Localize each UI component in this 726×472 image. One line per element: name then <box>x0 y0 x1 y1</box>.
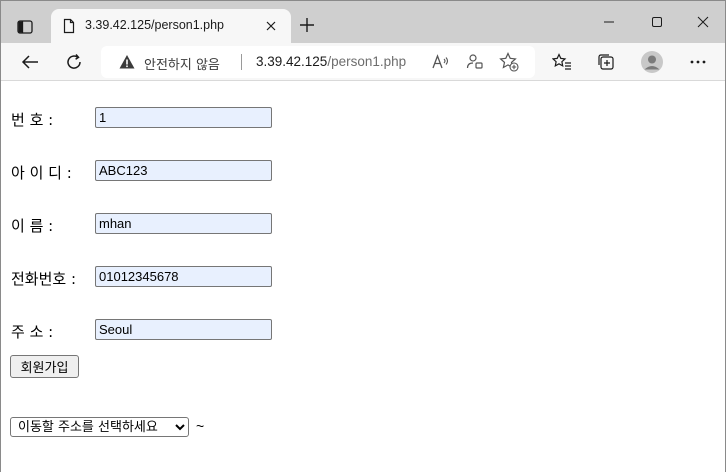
add-favorite-button[interactable] <box>499 52 519 72</box>
minimize-icon <box>604 21 614 23</box>
browser-window: 3.39.42.125/person1.php 안전하지 않음 3.39.42.… <box>0 0 726 472</box>
url-host: 3.39.42.125 <box>256 54 328 69</box>
maximize-button[interactable] <box>639 9 675 35</box>
close-icon <box>266 21 276 31</box>
maximize-icon <box>652 17 662 27</box>
read-aloud-button[interactable] <box>431 52 451 72</box>
address-divider <box>241 54 242 70</box>
favorites-button[interactable] <box>549 49 575 75</box>
number-input[interactable] <box>95 107 272 128</box>
signup-button[interactable]: 회원가입 <box>10 355 79 378</box>
collections-icon <box>598 54 614 70</box>
address-bar[interactable]: 안전하지 않음 3.39.42.125/person1.php <box>101 46 535 78</box>
tab-close-button[interactable] <box>263 18 279 34</box>
id-input[interactable] <box>95 160 272 181</box>
back-arrow-icon <box>21 55 38 69</box>
user-shield-icon <box>466 54 483 69</box>
phone-input[interactable] <box>95 266 272 287</box>
new-tab-button[interactable] <box>295 13 319 37</box>
refresh-button[interactable] <box>61 49 87 75</box>
more-icon <box>690 60 706 64</box>
page-content: 번 호 : 아 이 디 : 이 름 : 전화번호 : 주 소 : 회원가입 이동… <box>1 82 725 472</box>
field-number-label: 번 호 : <box>11 111 54 129</box>
window-close-button[interactable] <box>685 9 721 35</box>
close-icon <box>697 16 709 28</box>
tilde-text: ~ <box>196 418 205 434</box>
avatar-icon <box>641 51 663 73</box>
url-path: /person1.php <box>327 54 407 69</box>
security-status[interactable]: 안전하지 않음 <box>144 54 220 73</box>
warning-icon[interactable] <box>119 54 135 70</box>
refresh-icon <box>67 54 81 69</box>
tab-title: 3.39.42.125/person1.php <box>85 18 225 32</box>
tab-actions-icon <box>17 20 33 34</box>
active-tab[interactable]: 3.39.42.125/person1.php <box>51 9 291 43</box>
field-id-label: 아 이 디 : <box>11 164 72 182</box>
page-icon <box>63 18 75 34</box>
address-toolbar: 안전하지 않음 3.39.42.125/person1.php <box>1 43 725 81</box>
minimize-button[interactable] <box>591 9 627 35</box>
tab-actions-button[interactable] <box>11 13 39 41</box>
collections-button[interactable] <box>593 49 619 75</box>
read-aloud-icon <box>432 54 449 69</box>
name-input[interactable] <box>95 213 272 234</box>
url-text[interactable]: 3.39.42.125/person1.php <box>256 54 406 69</box>
plus-icon <box>300 18 314 32</box>
field-name-label: 이 름 : <box>11 217 54 235</box>
field-phone-label: 전화번호 : <box>11 270 77 288</box>
field-address-label: 주 소 : <box>11 323 54 341</box>
favorites-list-icon <box>552 53 571 70</box>
navigation-select[interactable]: 이동할 주소를 선택하세요 <box>10 417 189 437</box>
more-menu-button[interactable] <box>685 49 711 75</box>
browser-essentials-button[interactable] <box>465 52 485 72</box>
tab-strip: 3.39.42.125/person1.php <box>1 1 725 43</box>
star-add-icon <box>499 52 519 72</box>
profile-button[interactable] <box>639 49 665 75</box>
back-button[interactable] <box>17 49 43 75</box>
address-input[interactable] <box>95 319 272 340</box>
